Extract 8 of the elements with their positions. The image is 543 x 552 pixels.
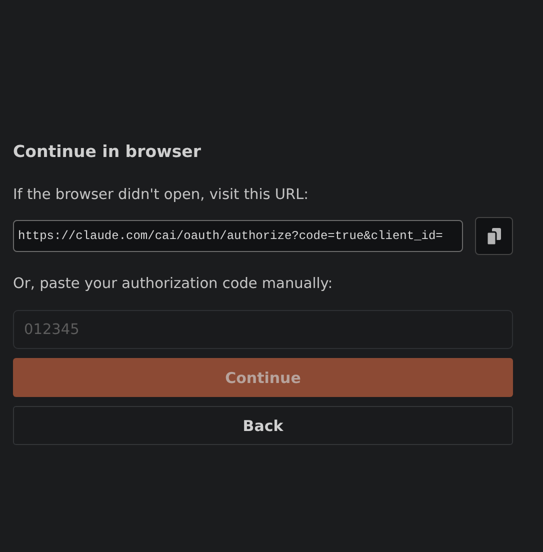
url-instruction: If the browser didn't open, visit this URL:	[13, 186, 310, 205]
url-field[interactable]: https://claude.com/cai/oauth/authorize?code=true&client_id=	[13, 220, 463, 252]
back-button[interactable]: Back	[13, 406, 513, 445]
copy-icon	[486, 228, 502, 244]
copy-button[interactable]	[475, 217, 513, 255]
code-field[interactable]: 012345	[13, 310, 513, 349]
dialog-title: Continue in browser	[13, 141, 202, 163]
code-instruction: Or, paste your authorization code manually:	[13, 275, 334, 294]
